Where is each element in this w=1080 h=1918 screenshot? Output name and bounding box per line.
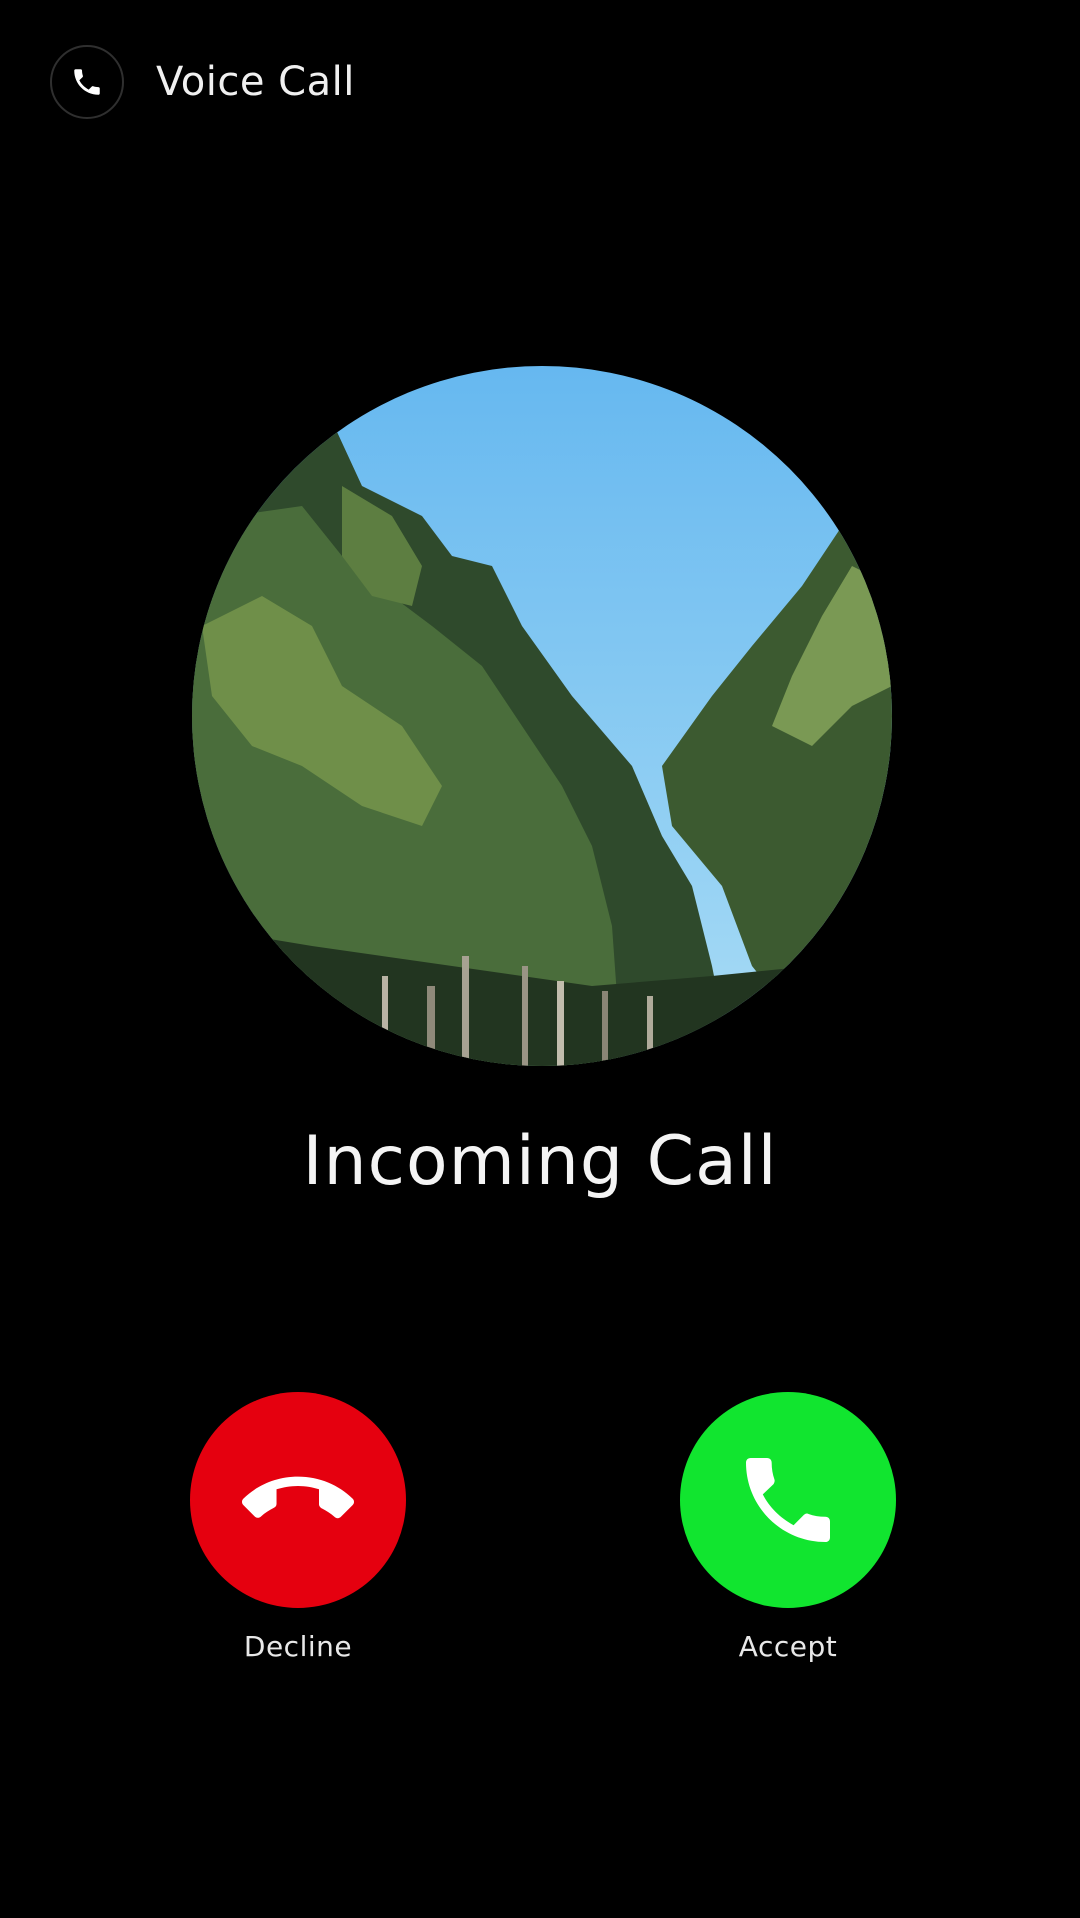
phone-accept-icon	[746, 1458, 830, 1542]
accept-action: Accept	[680, 1392, 896, 1663]
call-type-title: Voice Call	[156, 59, 355, 105]
decline-button[interactable]	[190, 1392, 406, 1608]
call-header: Voice Call	[50, 43, 355, 121]
accept-label: Accept	[738, 1630, 838, 1663]
accept-button[interactable]	[680, 1392, 896, 1608]
call-status-label: Incoming Call	[302, 1122, 778, 1201]
phone-icon	[50, 45, 124, 119]
decline-label: Decline	[243, 1630, 353, 1663]
caller-avatar	[192, 366, 892, 1066]
phone-hangup-icon	[242, 1476, 354, 1519]
decline-action: Decline	[190, 1392, 406, 1663]
